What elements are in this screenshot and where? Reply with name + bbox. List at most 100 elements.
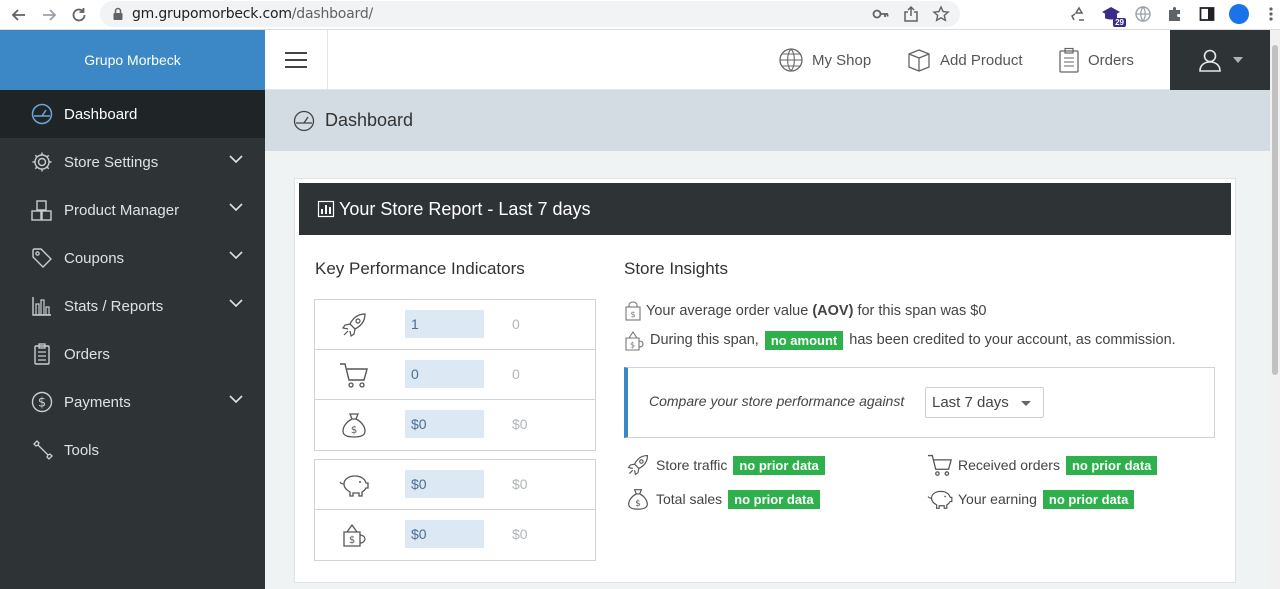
page-title: Dashboard xyxy=(325,110,414,130)
caret-down-icon xyxy=(1233,57,1243,63)
hamburger-menu-icon[interactable] xyxy=(265,30,328,90)
sidebar-item-coupons[interactable]: Coupons xyxy=(0,234,265,282)
orders-link[interactable]: Orders xyxy=(1058,30,1134,90)
svg-text:$: $ xyxy=(630,310,635,319)
kpi-row-earning: $0 $0 xyxy=(315,460,595,510)
extension-badge: 29 xyxy=(1113,18,1126,27)
money-bag-icon: $ xyxy=(624,487,652,511)
kpi-value: 1 xyxy=(405,310,484,338)
sidebar-item-dashboard[interactable]: Dashboard xyxy=(0,90,265,138)
shopping-bag-dollar-icon: $ xyxy=(624,301,642,321)
sidebar-item-payments[interactable]: $ Payments xyxy=(0,378,265,426)
star-icon[interactable] xyxy=(932,5,950,23)
svg-text:$: $ xyxy=(38,396,46,411)
page-header: Dashboard xyxy=(265,90,1270,151)
box-icon xyxy=(906,47,932,73)
add-product-label: Add Product xyxy=(940,51,1023,69)
chevron-down-icon[interactable] xyxy=(229,395,243,404)
commission-icon: $ xyxy=(624,329,646,351)
stat-label: Received orders xyxy=(958,457,1060,473)
dashboard-icon xyxy=(30,102,54,126)
clipboard-icon xyxy=(30,342,54,366)
forward-arrow-icon[interactable] xyxy=(38,4,60,26)
stat-badge: no prior data xyxy=(1065,455,1158,475)
commission-amount-badge: no amount xyxy=(764,330,844,350)
add-product-link[interactable]: Add Product xyxy=(906,30,1023,90)
sidebar-item-tools[interactable]: Tools xyxy=(0,426,265,474)
sidebar-item-label: Coupons xyxy=(64,249,125,267)
sidebar-item-product-manager[interactable]: Product Manager xyxy=(0,186,265,234)
sidebar-item-stats-reports[interactable]: Stats / Reports xyxy=(0,282,265,330)
sidebar-item-label: Orders xyxy=(64,345,110,363)
graduation-cap-icon[interactable]: 29 xyxy=(1100,3,1126,27)
commission-insight: $ During this span, no amount has been c… xyxy=(624,329,1176,351)
aov-insight: $ Your average order value (AOV) for thi… xyxy=(624,301,986,321)
cart-icon xyxy=(926,453,954,477)
sidebar: Grupo Morbeck Dashboard Store Settings P… xyxy=(0,30,265,589)
kpi-previous: 0 xyxy=(512,316,520,332)
scrollbar-thumb[interactable] xyxy=(1272,45,1278,375)
sidebar-item-label: Dashboard xyxy=(64,105,138,123)
sidebar-item-label: Tools xyxy=(64,441,100,459)
puzzle-icon[interactable] xyxy=(1164,3,1186,25)
sidebar-item-orders[interactable]: Orders xyxy=(0,330,265,378)
page-scrollbar[interactable] xyxy=(1270,30,1280,589)
compare-label: Compare your store performance against xyxy=(649,393,905,409)
kpi-group-primary: 1 0 0 0 $ $0 $0 xyxy=(314,299,596,451)
dashboard-icon xyxy=(293,110,315,132)
kpi-row-traffic: 1 0 xyxy=(315,300,595,350)
brand-name[interactable]: Grupo Morbeck xyxy=(0,30,265,90)
tag-icon xyxy=(30,246,54,270)
stat-badge: no prior data xyxy=(728,489,820,509)
chevron-down-icon[interactable] xyxy=(229,251,243,260)
kpi-heading: Key Performance Indicators xyxy=(315,259,525,278)
chevron-down-icon[interactable] xyxy=(229,299,243,308)
stat-received-orders: Received orders no prior data xyxy=(926,453,1158,477)
user-menu[interactable] xyxy=(1170,30,1270,90)
my-shop-label: My Shop xyxy=(812,51,872,69)
kpi-row-orders: 0 0 xyxy=(315,350,595,400)
stat-badge: no prior data xyxy=(733,455,825,475)
stat-label: Store traffic xyxy=(656,457,728,473)
orders-label: Orders xyxy=(1088,51,1134,69)
chevron-down-icon[interactable] xyxy=(229,203,243,212)
commission-text-before: During this span, xyxy=(650,332,759,348)
svg-text:$: $ xyxy=(635,498,640,508)
stat-label: Your earning xyxy=(958,491,1037,507)
kpi-row-sales: $ $0 $0 xyxy=(315,400,595,450)
gear-icon xyxy=(30,150,54,174)
reload-icon[interactable] xyxy=(68,4,90,26)
kpi-previous: 0 xyxy=(512,366,520,382)
recycle-icon[interactable] xyxy=(1068,3,1090,25)
boxes-icon xyxy=(30,198,54,222)
rocket-icon xyxy=(624,453,652,477)
insights-heading: Store Insights xyxy=(624,259,728,278)
aov-text: Your average order value (AOV) for this … xyxy=(646,303,987,319)
kpi-previous: $0 xyxy=(512,476,528,492)
globe-icon[interactable] xyxy=(1132,3,1154,25)
kpi-previous: $0 xyxy=(512,526,528,542)
profile-avatar-icon[interactable] xyxy=(1228,3,1250,25)
address-bar[interactable]: gm.grupomorbeck.com/dashboard/ xyxy=(100,1,960,27)
sidebar-item-store-settings[interactable]: Store Settings xyxy=(0,138,265,186)
stat-your-earning: Your earning no prior data xyxy=(926,487,1135,511)
sidebar-toggle-icon[interactable] xyxy=(1196,3,1218,25)
clipboard-icon xyxy=(1058,47,1080,73)
compare-period-select[interactable]: Last 7 days xyxy=(925,387,1044,418)
report-chart-icon xyxy=(317,200,335,218)
caret-down-icon xyxy=(1021,401,1031,406)
key-icon[interactable] xyxy=(872,5,890,23)
kpi-row-commission: $ $0 $0 xyxy=(315,510,595,560)
chevron-down-icon[interactable] xyxy=(229,155,243,164)
commission-text-after: has been credited to your account, as co… xyxy=(849,332,1176,348)
main-content: Dashboard Your Store Report - Last 7 day… xyxy=(265,90,1270,589)
compare-selected-value: Last 7 days xyxy=(932,394,1009,411)
stat-label: Total sales xyxy=(656,491,723,507)
share-icon[interactable] xyxy=(902,5,920,23)
back-arrow-icon[interactable] xyxy=(8,4,30,26)
my-shop-link[interactable]: My Shop xyxy=(778,30,871,90)
svg-text:$: $ xyxy=(349,535,355,546)
stat-store-traffic: Store traffic no prior data xyxy=(624,453,825,477)
kebab-menu-icon[interactable] xyxy=(1260,3,1280,25)
money-bag-icon: $ xyxy=(339,410,369,440)
